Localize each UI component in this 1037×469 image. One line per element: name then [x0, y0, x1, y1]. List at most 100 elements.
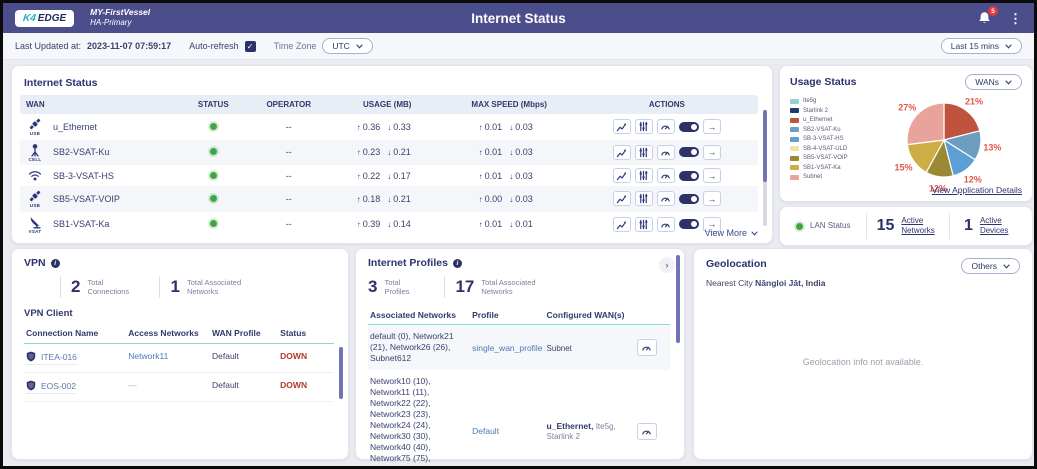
usage-upload: 0.23 — [363, 147, 381, 157]
configure-button[interactable] — [635, 145, 653, 160]
speed-upload: 0.01 — [485, 147, 503, 157]
table-scrollbar[interactable] — [763, 110, 767, 226]
vpn-status: DOWN — [280, 380, 307, 390]
speedtest-button[interactable] — [657, 191, 675, 206]
statistics-button[interactable] — [613, 168, 631, 183]
wan-enable-toggle[interactable] — [679, 122, 699, 132]
profiles-scrollbar[interactable] — [676, 255, 680, 343]
auto-refresh-checkbox[interactable]: ✓ — [245, 41, 256, 52]
speedometer-icon — [660, 170, 671, 181]
vessel-subname: HA-Primary — [90, 18, 150, 28]
upload-arrow-icon: ↑ — [479, 172, 483, 181]
vpn-stat-networks: 1 Total Associated Networks — [159, 276, 264, 298]
profile-link[interactable]: single_wan_profile — [472, 343, 542, 353]
speedtest-button[interactable] — [657, 145, 675, 160]
vpn-connection[interactable]: ITEA-016 — [26, 351, 77, 365]
timezone-select[interactable]: UTC — [322, 38, 372, 54]
satellite-icon — [28, 117, 42, 131]
status-dot-up — [210, 148, 217, 155]
geolocation-filter-select[interactable]: Others — [961, 258, 1020, 274]
wan-profile-value: Default — [212, 351, 239, 361]
speedtest-button[interactable] — [657, 168, 675, 183]
internet-profiles-panel: Internet Profiles i › 3 Total Profiles 1… — [355, 248, 685, 460]
wan-detail-arrow-button[interactable]: → — [703, 145, 721, 160]
profiles-stat-networks: 17 Total Associated Networks — [444, 276, 559, 298]
satellite-icon — [28, 189, 42, 203]
legend-swatch — [790, 146, 799, 151]
speed-upload: 0.01 — [485, 122, 503, 132]
notifications-button[interactable]: 5 — [977, 10, 993, 26]
usage-download: 0.14 — [393, 219, 411, 229]
wan-enable-toggle[interactable] — [679, 219, 699, 229]
stat-label: Total Profiles — [384, 278, 424, 296]
chevron-down-icon — [1003, 264, 1010, 269]
wan-detail-arrow-button[interactable]: → — [703, 119, 721, 134]
vpn-scrollbar[interactable] — [339, 347, 343, 399]
wan-enable-toggle[interactable] — [679, 194, 699, 204]
configure-button[interactable] — [635, 217, 653, 232]
legend-swatch — [790, 127, 799, 132]
column-header-max-speed: MAX SPEED (Mbps) — [443, 95, 576, 114]
access-network-link[interactable]: Network11 — [128, 351, 168, 361]
auto-refresh-label: Auto-refresh — [189, 41, 239, 51]
shield-icon — [26, 351, 36, 362]
profile-link[interactable]: Default — [472, 426, 499, 436]
configure-button[interactable] — [635, 191, 653, 206]
time-range-select[interactable]: Last 15 mins — [941, 38, 1022, 54]
pie-percentage-label: 27% — [898, 103, 916, 113]
active-networks-link[interactable]: Active Networks — [901, 216, 939, 236]
vpn-connection[interactable]: EOS-002 — [26, 380, 76, 394]
wan-detail-arrow-button[interactable]: → — [703, 168, 721, 183]
pie-percentage-label: 13% — [983, 143, 1001, 153]
wan-enable-toggle[interactable] — [679, 171, 699, 181]
speedtest-button[interactable] — [657, 217, 675, 232]
speedtest-button[interactable] — [657, 119, 675, 134]
column-header-usage: USAGE (MB) — [332, 95, 443, 114]
column-header-connection-name: Connection Name — [24, 323, 126, 344]
vpn-client-table: Connection Name Access Networks WAN Prof… — [24, 323, 334, 402]
table-row: default (0), Network21 (21), Network26 (… — [368, 325, 670, 371]
legend-label: SB2-VSAT-Ku — [803, 127, 841, 133]
wan-type-badge: VSAT — [29, 230, 42, 235]
expand-panel-button[interactable]: › — [659, 257, 675, 273]
vsat-dish-icon — [28, 215, 42, 229]
profile-speedtest-button[interactable] — [637, 423, 657, 440]
last-updated-value: 2023-11-07 07:59:17 — [87, 41, 171, 51]
speed-download: 0.03 — [515, 147, 533, 157]
statistics-button[interactable] — [613, 119, 631, 134]
view-more-link[interactable]: View More — [705, 228, 758, 238]
associated-networks: Network10 (10), Network11 (11), Network2… — [370, 376, 462, 469]
upload-arrow-icon: ↑ — [357, 220, 361, 229]
wan-table-header-row: WAN STATUS OPERATOR USAGE (MB) MAX SPEED… — [20, 95, 758, 114]
column-header-actions: ACTIONS — [576, 95, 758, 114]
info-icon[interactable]: i — [51, 259, 60, 268]
wan-type-badge: CELL — [29, 158, 42, 163]
wan-detail-arrow-button[interactable]: → — [703, 191, 721, 206]
main-content: Internet Status WAN STATUS OPERATOR USAG… — [3, 60, 1034, 466]
column-header-wan: WAN — [20, 95, 181, 114]
profiles-table-header-row: Associated Networks Profile Configured W… — [368, 306, 670, 325]
download-arrow-icon: ↓ — [387, 123, 391, 132]
active-devices-link[interactable]: Active Devices — [980, 216, 1018, 236]
view-application-details-link[interactable]: View Application Details — [932, 185, 1022, 195]
kebab-menu-icon[interactable]: ⋮ — [1009, 12, 1022, 25]
statistics-button[interactable] — [613, 217, 631, 232]
page-title: Internet Status — [3, 11, 1034, 26]
geolocation-panel: Geolocation Others Nearest City Nāngloi … — [693, 248, 1033, 460]
statistics-button[interactable] — [613, 191, 631, 206]
wan-enable-toggle[interactable] — [679, 147, 699, 157]
speedometer-icon — [641, 426, 652, 437]
upload-arrow-icon: ↑ — [357, 195, 361, 204]
stat-label: Total Associated Networks — [187, 278, 265, 296]
configure-button[interactable] — [635, 119, 653, 134]
info-icon[interactable]: i — [453, 259, 462, 268]
legend-label: SB5-VSAT-VOIP — [803, 155, 848, 161]
wan-name: SB2-VSAT-Ku — [53, 147, 109, 157]
usage-status-title: Usage Status — [790, 76, 857, 88]
legend-swatch — [790, 118, 799, 123]
profiles-table: Associated Networks Profile Configured W… — [368, 306, 670, 469]
profile-speedtest-button[interactable] — [637, 339, 657, 356]
configure-button[interactable] — [635, 168, 653, 183]
statistics-button[interactable] — [613, 145, 631, 160]
app-logo[interactable]: K4 EDGE — [15, 10, 74, 27]
